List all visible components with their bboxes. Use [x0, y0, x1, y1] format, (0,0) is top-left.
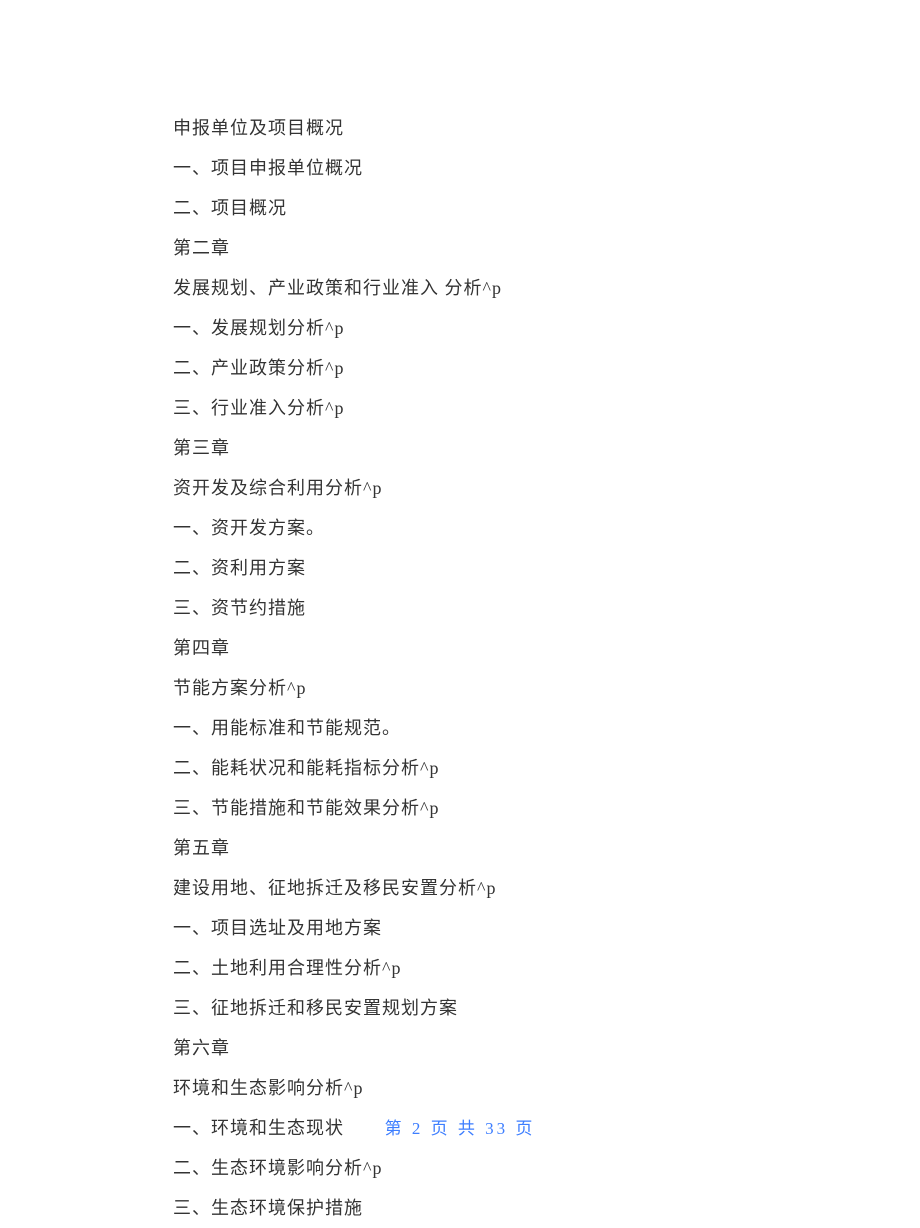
document-content: 申报单位及项目概况 一、项目申报单位概况 二、项目概况 第二章 发展规划、产业政… — [0, 0, 920, 1228]
text-line: 二、资利用方案 — [173, 548, 820, 588]
text-line: 三、节能措施和节能效果分析^p — [173, 788, 820, 828]
text-line: 一、项目申报单位概况 — [173, 148, 820, 188]
text-line: 环境和生态影响分析^p — [173, 1068, 820, 1108]
text-line: 三、行业准入分析^p — [173, 388, 820, 428]
text-line: 发展规划、产业政策和行业准入 分析^p — [173, 268, 820, 308]
text-line: 资开发及综合利用分析^p — [173, 468, 820, 508]
text-line: 第六章 — [173, 1028, 820, 1068]
text-line: 第二章 — [173, 228, 820, 268]
text-line: 一、资开发方案。 — [173, 508, 820, 548]
text-line: 第三章 — [173, 428, 820, 468]
text-line: 二、生态环境影响分析^p — [173, 1148, 820, 1188]
text-line: 二、能耗状况和能耗指标分析^p — [173, 748, 820, 788]
text-line: 建设用地、征地拆迁及移民安置分析^p — [173, 868, 820, 908]
text-line: 一、项目选址及用地方案 — [173, 908, 820, 948]
text-line: 二、产业政策分析^p — [173, 348, 820, 388]
text-line: 节能方案分析^p — [173, 668, 820, 708]
text-line: 第四章 — [173, 628, 820, 668]
text-line: 二、土地利用合理性分析^p — [173, 948, 820, 988]
text-line: 三、资节约措施 — [173, 588, 820, 628]
text-line: 申报单位及项目概况 — [173, 108, 820, 148]
page-footer: 第 2 页 共 33 页 — [0, 1114, 920, 1139]
text-line: 二、项目概况 — [173, 188, 820, 228]
text-line: 一、用能标准和节能规范。 — [173, 708, 820, 748]
text-line: 第五章 — [173, 828, 820, 868]
text-line: 三、征地拆迁和移民安置规划方案 — [173, 988, 820, 1028]
text-line: 一、发展规划分析^p — [173, 308, 820, 348]
text-line: 三、生态环境保护措施 — [173, 1188, 820, 1228]
